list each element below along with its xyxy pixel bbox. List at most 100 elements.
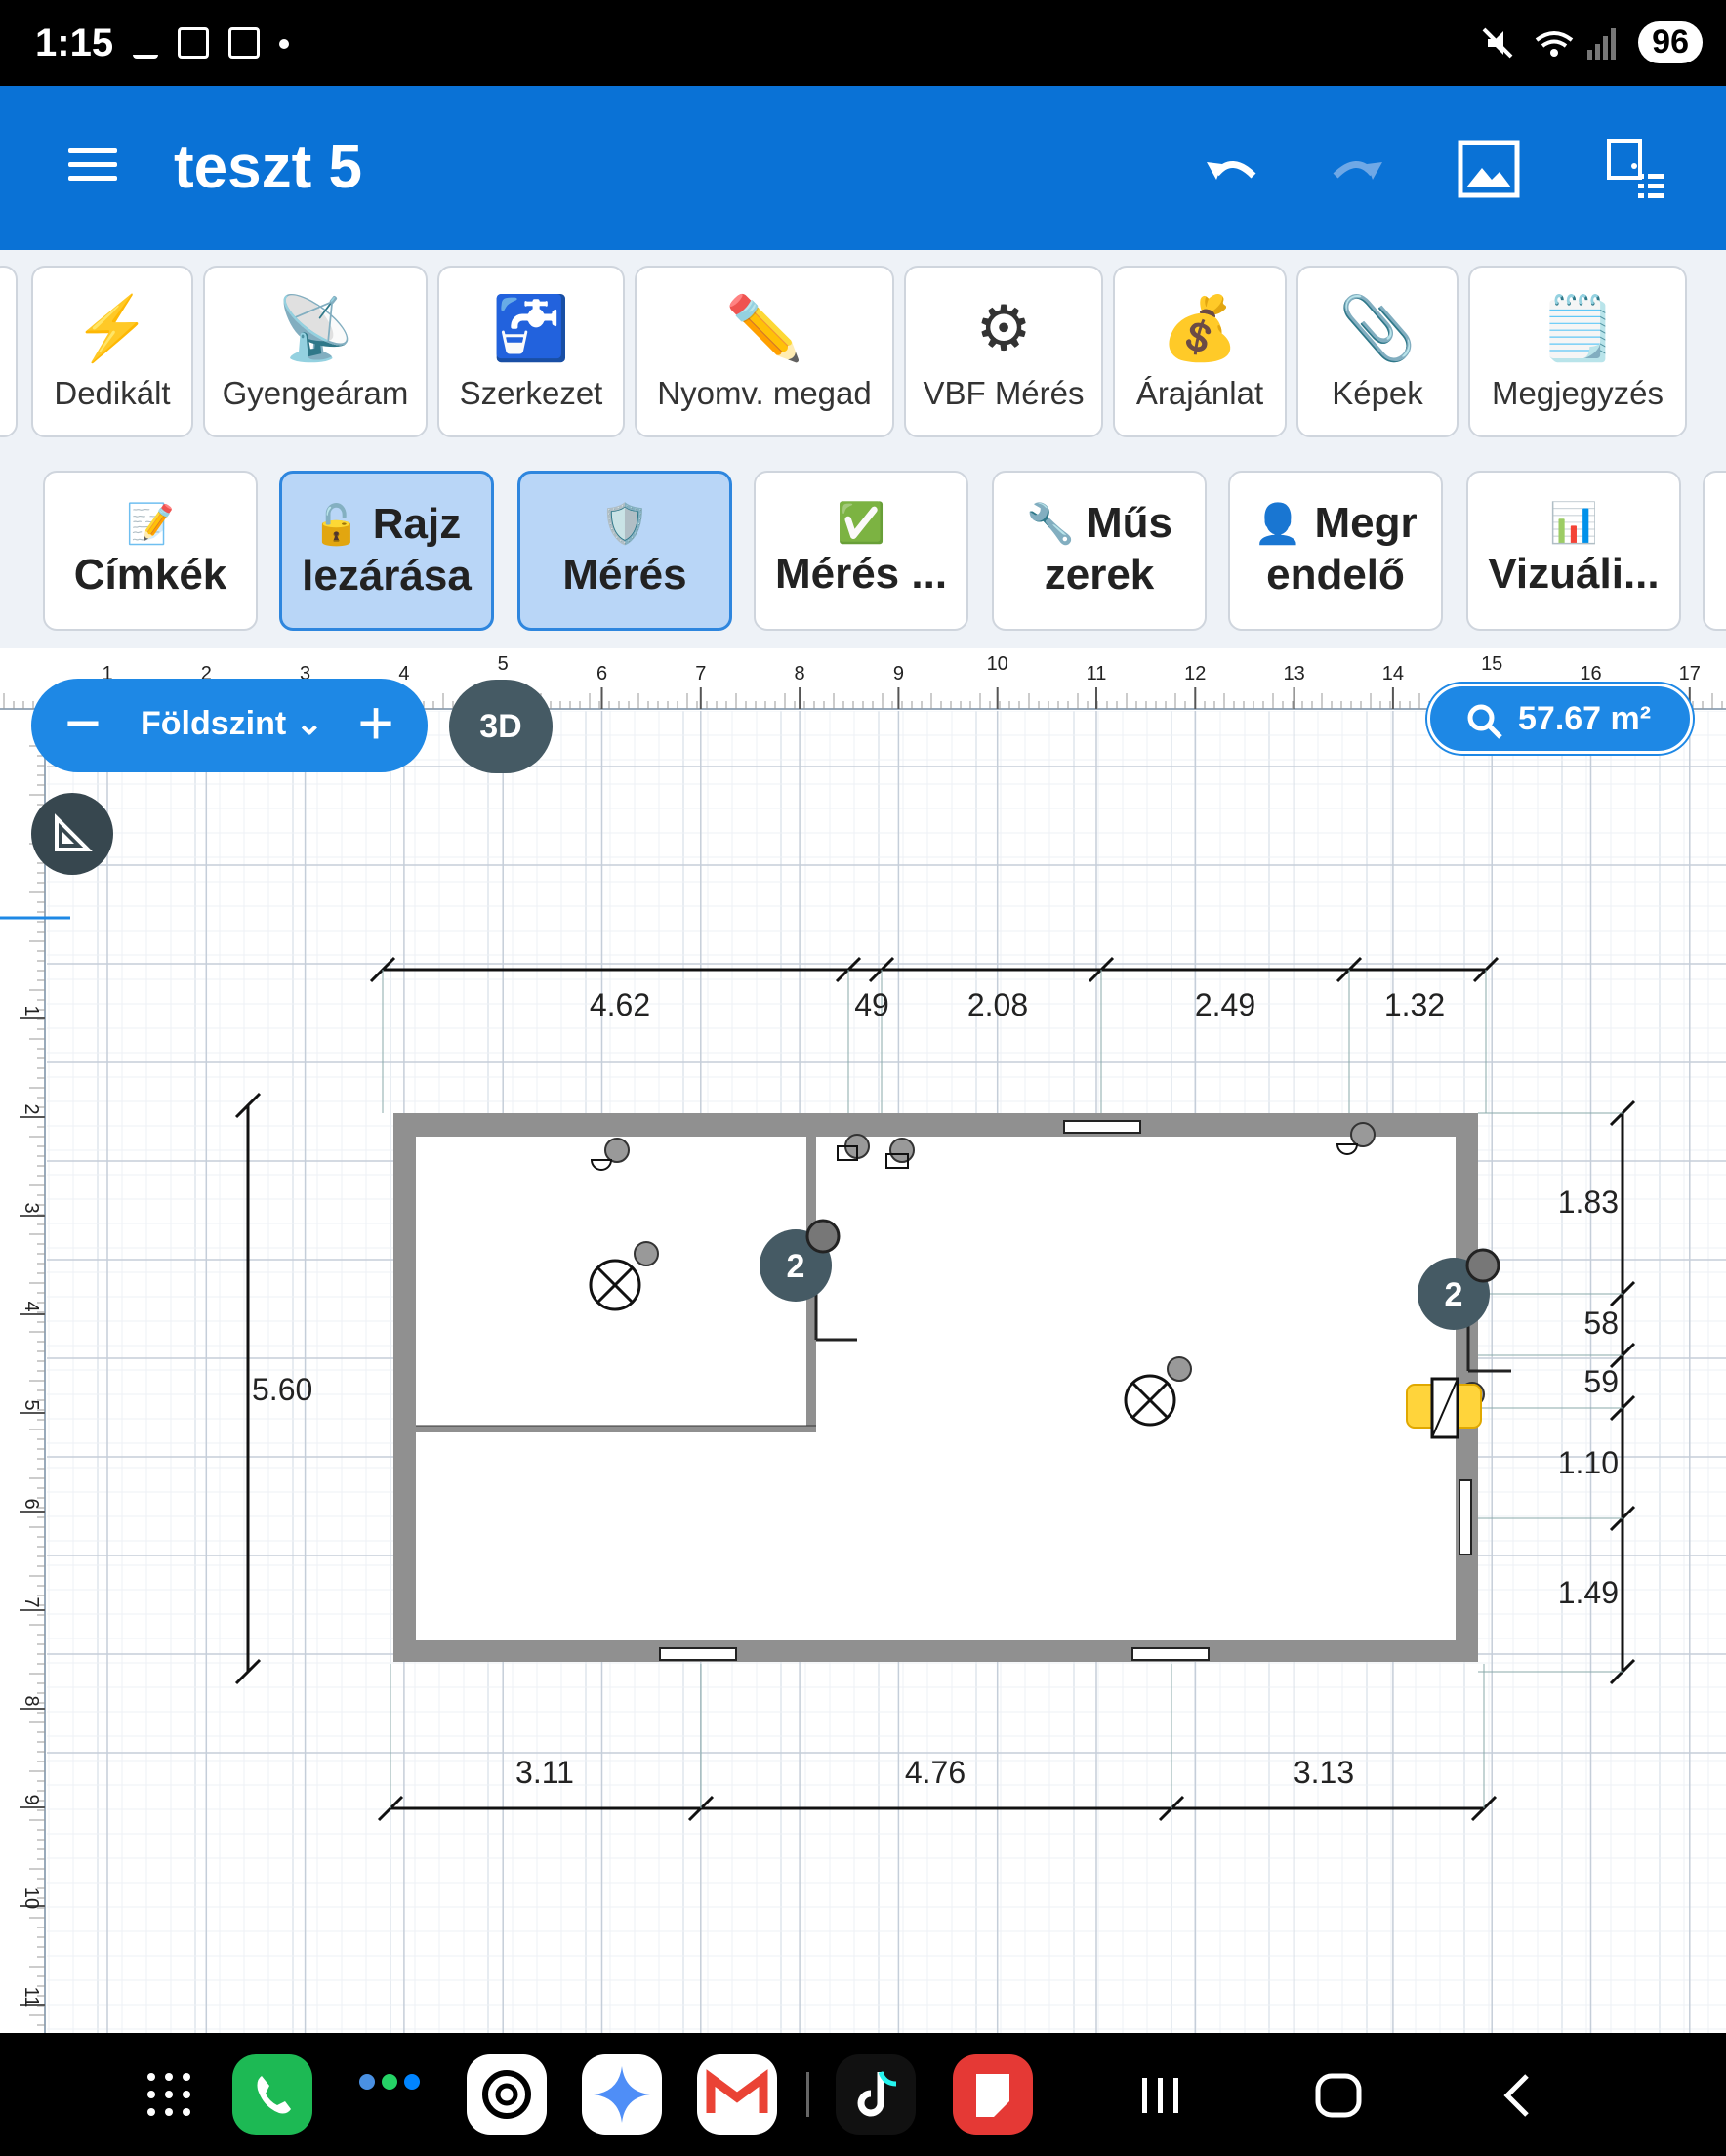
gyengearam-button[interactable]: 📡 Gyengeáram <box>203 266 428 437</box>
window <box>1063 1120 1141 1134</box>
person-icon: 👤 <box>1253 503 1303 546</box>
shield-icon: 🛡️ <box>600 503 649 546</box>
level-down-button[interactable]: − <box>49 690 117 759</box>
navigation-bar <box>0 2033 1726 2156</box>
undo-icon[interactable] <box>1199 135 1267 203</box>
bar-chart-icon: 📊 <box>1549 502 1598 545</box>
area-search-button[interactable]: 57.67 m² <box>1427 684 1693 754</box>
ruler-left-label: 4 <box>21 1301 42 1311</box>
dim-label-right: 1.49 <box>1558 1575 1619 1610</box>
dedikalt-button[interactable]: ⚡ Dedikált <box>31 266 193 437</box>
status-bar: 1:15 96 <box>0 0 1726 86</box>
clipboard-list-icon[interactable] <box>1601 135 1669 203</box>
ruler-left-label: 9 <box>21 1794 42 1804</box>
set-square-icon[interactable] <box>31 793 113 875</box>
dim-label-top: 1.32 <box>1384 987 1445 1022</box>
dim-label-top: 49 <box>854 987 889 1022</box>
floor-plan-canvas[interactable]: 1 2 3 4 5 6 7 8 9 10 11 12 13 14 15 16 17 1 2 3 4 5 6 7 8 9 10 11 4.… <box>0 648 1726 2033</box>
dim-label-right: 58 <box>1583 1306 1619 1341</box>
cimkek-button[interactable]: 📝 Címkék <box>43 471 258 631</box>
ruler-top-label: 16 <box>1580 663 1601 684</box>
count-badge-label: 2 <box>1445 1276 1463 1313</box>
nyomv-megad-button[interactable]: ✏️ Nyomv. megad <box>635 266 894 437</box>
notification-dot-icon <box>279 39 289 49</box>
status-time: 1:15 <box>35 21 114 64</box>
notes-app-icon[interactable] <box>953 2054 1033 2135</box>
phone-app-icon[interactable] <box>232 2054 312 2135</box>
lock-icon: 🔓 <box>311 504 361 547</box>
level-selector: − Földszint ⌄ + <box>31 679 428 772</box>
window <box>1131 1647 1210 1661</box>
count-badge-label: 2 <box>787 1248 805 1285</box>
menu-icon[interactable] <box>68 148 117 184</box>
recent-apps-icon[interactable] <box>1138 2074 1183 2117</box>
wrench-icon: 🔧 <box>1025 503 1075 546</box>
dim-label-right: 59 <box>1583 1364 1619 1399</box>
toolbar-scroll-edge-right <box>1703 471 1726 631</box>
ruler-top-label: 8 <box>795 663 805 684</box>
ruler-left-label: 7 <box>21 1596 42 1607</box>
meres-button[interactable]: 🛡️ Mérés <box>517 471 732 631</box>
lightning-icon: ⚡ <box>73 293 151 363</box>
meres-more-button[interactable]: ✅ Mérés ... <box>754 471 968 631</box>
back-icon[interactable] <box>1500 2072 1535 2119</box>
dim-label-right: 1.83 <box>1558 1184 1619 1220</box>
battery-indicator: 96 <box>1638 21 1703 63</box>
status-icons <box>133 27 289 59</box>
app-drawer-icon[interactable] <box>144 2070 193 2119</box>
megrendelo-button[interactable]: 👤 Megr endelő <box>1228 471 1443 631</box>
szerkezet-button[interactable]: 🚰 Szerkezet <box>437 266 625 437</box>
megjegyzes-button[interactable]: 🗒️ Megjegyzés <box>1468 266 1687 437</box>
vbf-meres-button[interactable]: ⚙ VBF Mérés <box>904 266 1103 437</box>
ruler-top-label: 15 <box>1481 653 1502 675</box>
ruler-left-label: 1 <box>21 1005 42 1016</box>
ruler-top-label: 5 <box>498 653 509 675</box>
kepek-button[interactable]: 📎 Képek <box>1296 266 1459 437</box>
ruler-left-label: 5 <box>21 1399 42 1410</box>
app-bar: teszt 5 <box>0 86 1726 250</box>
paperclip-icon: 📎 <box>1338 293 1417 363</box>
ruler-top-label: 12 <box>1184 663 1206 684</box>
image-icon[interactable] <box>1455 135 1523 203</box>
gemini-app-icon[interactable] <box>582 2054 662 2135</box>
toolbar-row-1: ⚡ Dedikált 📡 Gyengeáram 🚰 Szerkezet ✏️ N… <box>0 250 1726 455</box>
dim-label-right: 1.10 <box>1558 1445 1619 1480</box>
tiktok-app-icon[interactable] <box>836 2054 916 2135</box>
connection-node <box>1167 1356 1192 1382</box>
satellite-dish-icon: 📡 <box>276 293 354 363</box>
ruler-top-label: 7 <box>695 663 706 684</box>
messaging-apps-icon[interactable] <box>355 2072 424 2101</box>
wifi-signal-icon <box>1535 27 1617 60</box>
project-title: teszt 5 <box>174 134 362 201</box>
area-value: 57.67 m² <box>1518 700 1652 737</box>
ruler-top-label: 14 <box>1382 663 1404 684</box>
toolbar-row-2: 📝 Címkék 🔓 Rajz lezárása 🛡️ Mérés ✅ Méré… <box>0 455 1726 648</box>
gmail-app-icon[interactable] <box>697 2054 777 2135</box>
home-icon[interactable] <box>1314 2072 1363 2119</box>
ruler-left-label: 6 <box>21 1498 42 1509</box>
view-3d-button[interactable]: 3D <box>449 680 553 773</box>
rajz-lezarasa-button[interactable]: 🔓 Rajz lezárása <box>279 471 494 631</box>
muszerek-button[interactable]: 🔧 Műs zerek <box>992 471 1207 631</box>
dim-label-bottom: 4.76 <box>905 1755 966 1790</box>
arajanlat-button[interactable]: 💰 Árajánlat <box>1113 266 1287 437</box>
connection-node <box>634 1241 659 1266</box>
ruler-left-label: 3 <box>21 1202 42 1213</box>
interior-wall-horizontal <box>416 1426 816 1432</box>
pencil-icon: ✏️ <box>725 293 803 363</box>
chatgpt-app-icon[interactable] <box>467 2054 547 2135</box>
redo-icon[interactable] <box>1322 135 1390 203</box>
toolbar-scroll-edge <box>0 266 18 437</box>
window <box>1459 1479 1472 1555</box>
dim-label-left: 5.60 <box>252 1372 312 1407</box>
level-name[interactable]: Földszint ⌄ <box>141 704 323 743</box>
vizualis-button[interactable]: 📊 Vizuáli... <box>1466 471 1681 631</box>
gear-icon: ⚙ <box>975 293 1032 363</box>
level-up-button[interactable]: + <box>342 690 410 759</box>
floor-plan-svg[interactable]: 1 2 3 4 5 6 7 8 9 10 11 12 13 14 15 16 1712345678910114.… <box>0 648 1726 2033</box>
search-icon <box>1467 704 1502 739</box>
memo-icon: 📝 <box>126 503 175 546</box>
ruler-left-label: 8 <box>21 1695 42 1706</box>
ruler-left <box>0 711 47 2033</box>
dim-label-top: 2.49 <box>1195 987 1255 1022</box>
